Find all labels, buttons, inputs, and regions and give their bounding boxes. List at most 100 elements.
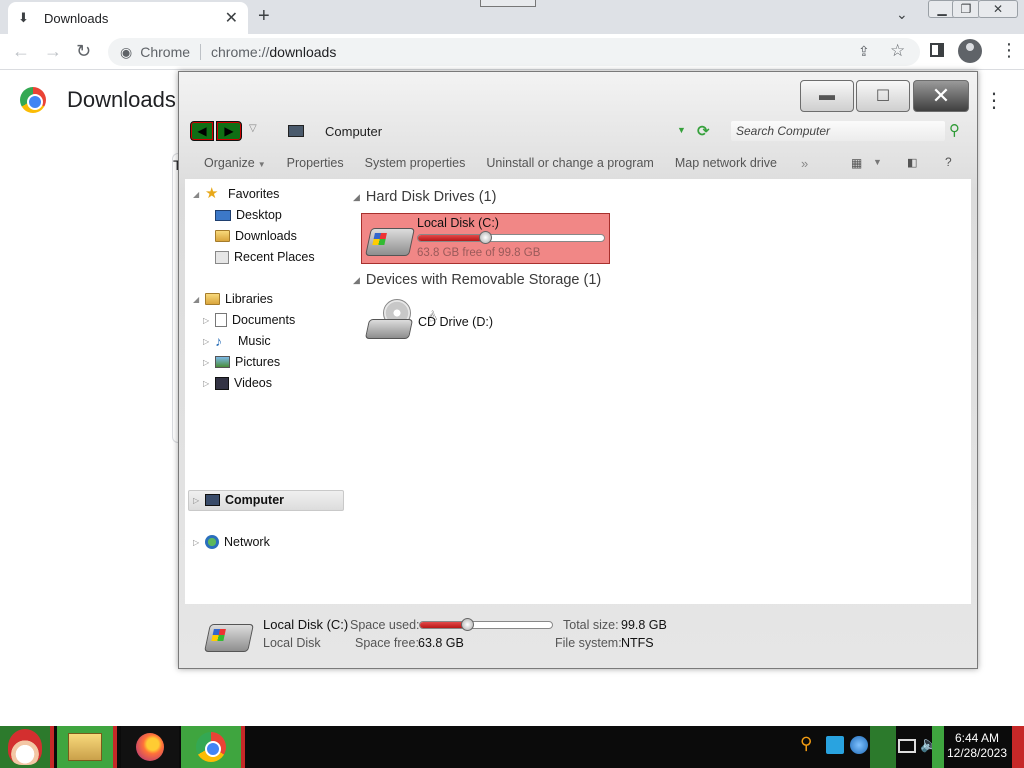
expand-arrow-icon[interactable]: ◢ (193, 295, 205, 304)
tab-search-chevron-icon[interactable]: ⌄ (896, 6, 908, 23)
group-removable-label: Devices with Removable Storage (1) (365, 272, 602, 288)
share-icon[interactable]: ⇪ (858, 43, 870, 60)
pictures-icon (215, 356, 230, 368)
view-chevron-icon[interactable]: ▼ (873, 157, 882, 167)
downloads-menu-icon[interactable]: ⋮ (984, 88, 1004, 113)
tray-action-center-icon[interactable] (870, 726, 896, 768)
nav-computer[interactable]: ▷ Computer (193, 493, 284, 507)
explorer-back-icon[interactable]: ◀ (190, 121, 214, 141)
organize-button[interactable]: Organize ▼ (204, 156, 266, 170)
address-dropdown-icon[interactable]: ▼ (677, 125, 686, 135)
nav-libraries-label: Libraries (225, 292, 273, 306)
group-hard-disk-drives[interactable]: ◢ Hard Disk Drives (1) (353, 189, 496, 205)
chrome-logo-icon (20, 87, 46, 113)
cd-drive-body (364, 319, 414, 339)
taskbar-firefox-button[interactable] (121, 726, 179, 768)
explorer-minimize-button[interactable]: ▬ (800, 80, 854, 112)
downloads-folder-icon (215, 230, 230, 242)
nav-favorites[interactable]: ◢ ★ Favorites (193, 186, 279, 201)
tab-close-icon[interactable]: ✕ (225, 8, 238, 28)
explorer-window: ▬ ☐ ✕ ◀ ▶ ▽ Computer ▼ ⟳ Search Computer… (178, 71, 978, 669)
show-desktop-button[interactable] (1012, 726, 1024, 768)
help-button[interactable]: ? (945, 155, 952, 169)
details-usage-knob (461, 618, 475, 631)
nav-network[interactable]: ▷ Network (193, 535, 270, 549)
side-panel-icon[interactable] (930, 43, 944, 57)
tray-search-icon[interactable]: ⚲ (800, 734, 818, 753)
nav-libraries[interactable]: ◢ Libraries (193, 292, 273, 306)
tray-globe-icon[interactable] (850, 736, 868, 754)
preview-pane-icon[interactable]: ◧ (907, 156, 917, 169)
chrome-restore-button[interactable]: ❐ (952, 0, 980, 18)
collapse-arrow-icon[interactable]: ▷ (203, 379, 215, 388)
nav-pictures[interactable]: ▷ Pictures (203, 355, 280, 369)
nav-music[interactable]: ▷ ♪ Music (203, 334, 271, 348)
start-button[interactable] (0, 726, 54, 768)
system-properties-button[interactable]: System properties (365, 156, 466, 170)
group-removable-storage[interactable]: ◢ Devices with Removable Storage (1) (353, 272, 601, 288)
file-system-value: NTFS (621, 636, 654, 650)
uninstall-program-button[interactable]: Uninstall or change a program (486, 156, 653, 170)
collapse-arrow-icon[interactable]: ▷ (193, 538, 205, 547)
change-view-icon[interactable]: ▦ (851, 156, 862, 170)
refresh-icon[interactable]: ⟳ (697, 122, 710, 140)
map-network-drive-button[interactable]: Map network drive (675, 156, 777, 170)
libraries-icon (205, 293, 220, 305)
total-size-value: 99.8 GB (621, 618, 667, 632)
tray-network-icon[interactable] (898, 739, 916, 753)
reload-icon[interactable]: ↻ (76, 41, 91, 62)
nav-recent-places[interactable]: Recent Places (215, 250, 315, 264)
taskbar-chrome-button[interactable] (181, 726, 245, 768)
nav-videos[interactable]: ▷ Videos (203, 376, 272, 390)
explorer-maximize-button[interactable]: ☐ (856, 80, 910, 112)
search-icon[interactable]: ⚲ (949, 121, 960, 139)
address-bar[interactable]: ◉ Chrome chrome://downloads (108, 38, 920, 66)
nav-downloads[interactable]: Downloads (215, 229, 297, 243)
nav-pictures-label: Pictures (235, 355, 281, 369)
drive-c-usage-knob (478, 231, 492, 244)
recent-pages-chevron-icon[interactable]: ▽ (249, 123, 257, 134)
collapse-arrow-icon[interactable]: ▷ (203, 358, 215, 367)
explorer-content: ◢ ★ Favorites Desktop Downloads Recent P… (185, 179, 971, 604)
back-arrow-icon[interactable]: ← (12, 41, 30, 62)
nav-documents[interactable]: ▷ Documents (203, 313, 295, 327)
tray-chat-icon[interactable] (826, 736, 844, 754)
tab-downloads[interactable]: ⬇ Downloads ✕ (8, 2, 248, 34)
drag-handle[interactable] (480, 0, 536, 7)
more-commands-button[interactable]: » (801, 156, 808, 171)
taskbar-clock[interactable]: 6:44 AM 12/28/2023 (946, 731, 1008, 761)
nav-computer-label: Computer (225, 493, 285, 507)
nav-recent-label: Recent Places (234, 250, 315, 264)
profile-avatar-icon[interactable] (958, 39, 982, 63)
videos-icon (215, 376, 229, 390)
properties-button[interactable]: Properties (287, 156, 344, 170)
forward-arrow-icon[interactable]: → (44, 41, 62, 62)
chrome-menu-icon[interactable]: ⋮ (1000, 40, 1018, 61)
bookmark-star-icon[interactable]: ☆ (890, 41, 905, 61)
computer-icon (205, 494, 220, 506)
site-chip-label: Chrome (140, 44, 191, 60)
group-collapse-icon[interactable]: ◢ (353, 275, 360, 286)
search-input[interactable]: Search Computer (731, 121, 945, 141)
firefox-icon (136, 733, 164, 761)
collapse-arrow-icon[interactable]: ▷ (203, 337, 215, 346)
expand-arrow-icon[interactable]: ◢ (193, 190, 205, 199)
details-drive-type: Local Disk (263, 636, 321, 650)
collapse-arrow-icon[interactable]: ▷ (193, 496, 205, 505)
group-collapse-icon[interactable]: ◢ (353, 192, 360, 203)
taskbar-explorer-button[interactable] (57, 726, 117, 768)
explorer-close-button[interactable]: ✕ (913, 80, 969, 112)
nav-desktop[interactable]: Desktop (215, 208, 282, 222)
drive-d-name[interactable]: CD Drive (D:) (418, 315, 493, 329)
site-info-icon[interactable]: ◉ (120, 44, 132, 61)
explorer-forward-icon[interactable]: ▶ (216, 121, 242, 141)
new-tab-button[interactable]: + (258, 5, 270, 28)
chrome-tab-strip: ⬇ Downloads ✕ + ⌄ ▁ ❐ ✕ (0, 0, 1024, 34)
organize-chevron-icon: ▼ (257, 160, 266, 169)
collapse-arrow-icon[interactable]: ▷ (203, 316, 215, 325)
drive-c-tile[interactable]: Local Disk (C:) 63.8 GB free of 99.8 GB (361, 213, 610, 264)
chrome-close-button[interactable]: ✕ (978, 0, 1018, 18)
page-title: Downloads (67, 87, 176, 112)
drive-c-free-space: 63.8 GB free of 99.8 GB (417, 247, 541, 259)
explorer-address[interactable]: Computer (325, 124, 382, 139)
